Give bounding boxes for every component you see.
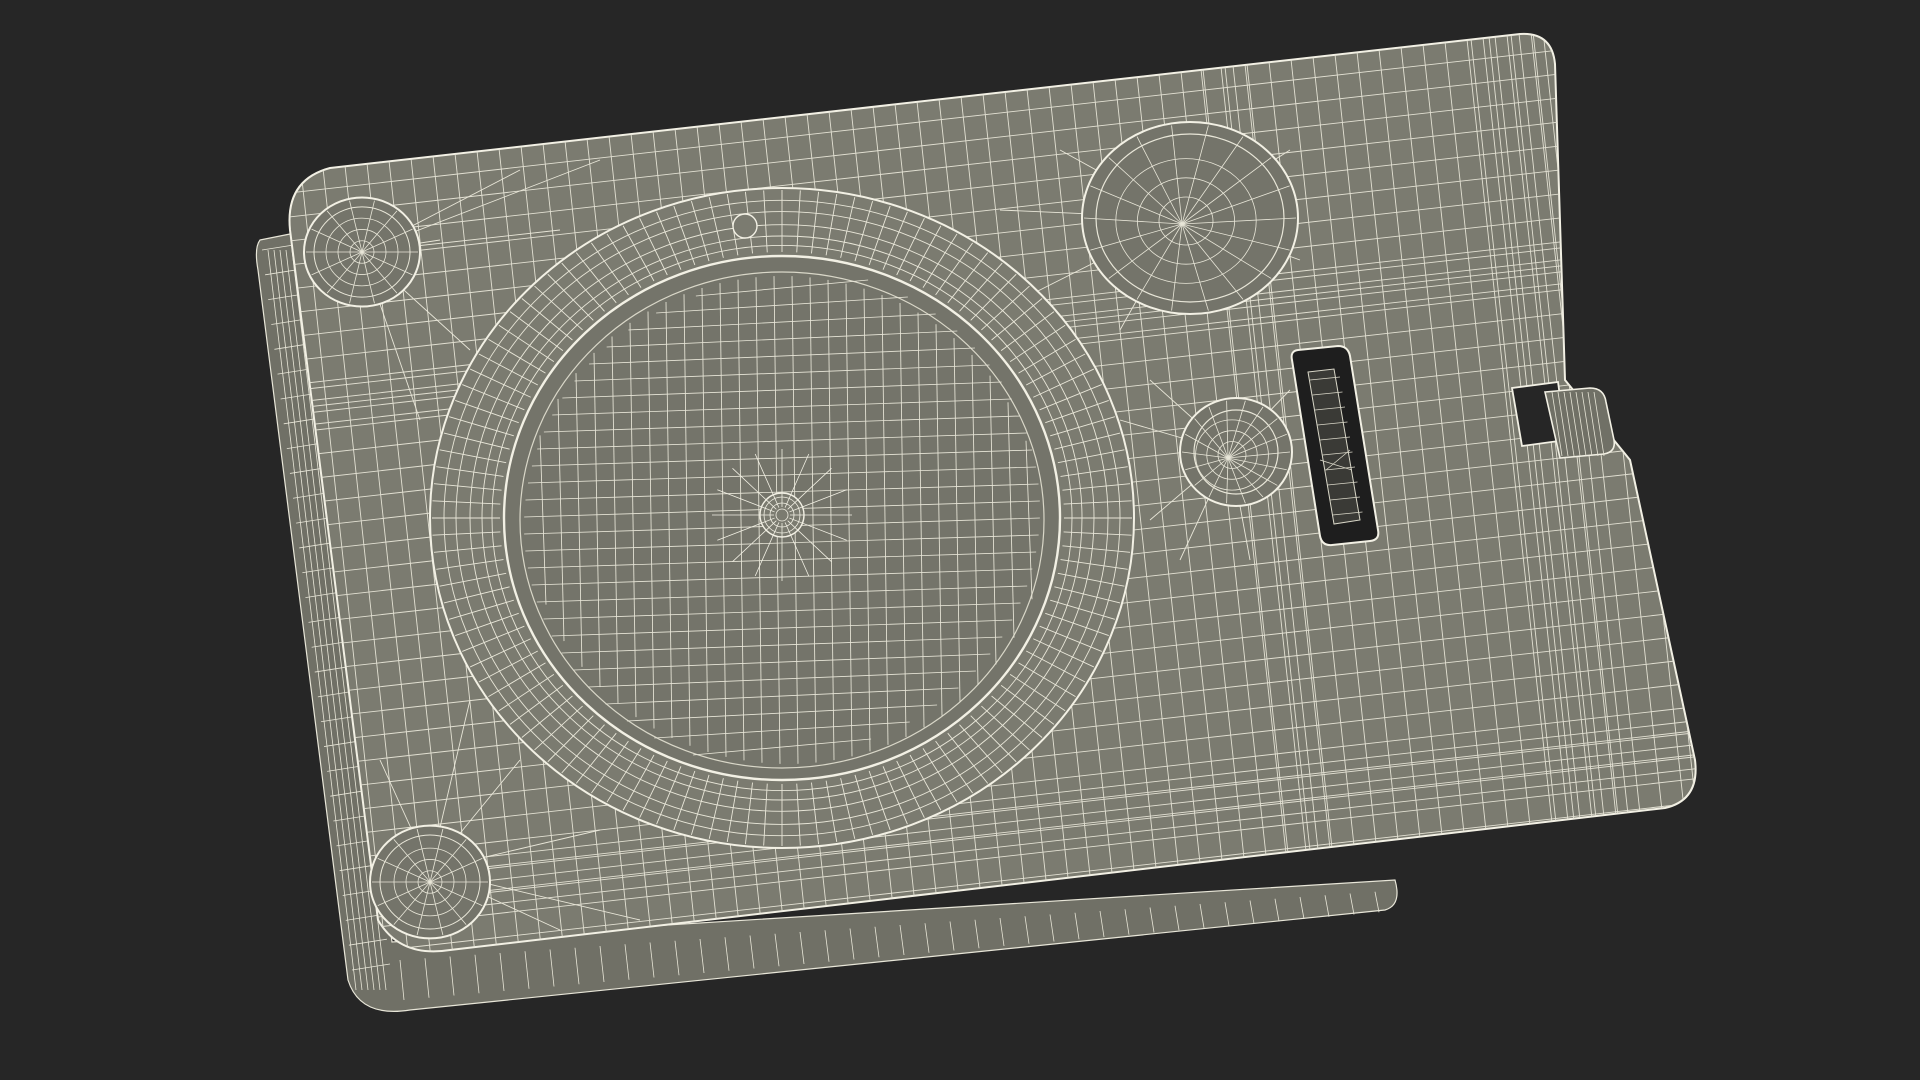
grid-line-vertical (1685, 33, 1696, 836)
main-dial (429, 187, 1135, 849)
dial-marker-dot (732, 213, 758, 239)
render-viewport (0, 0, 1920, 1080)
wireframe-scene (255, 32, 1697, 1012)
